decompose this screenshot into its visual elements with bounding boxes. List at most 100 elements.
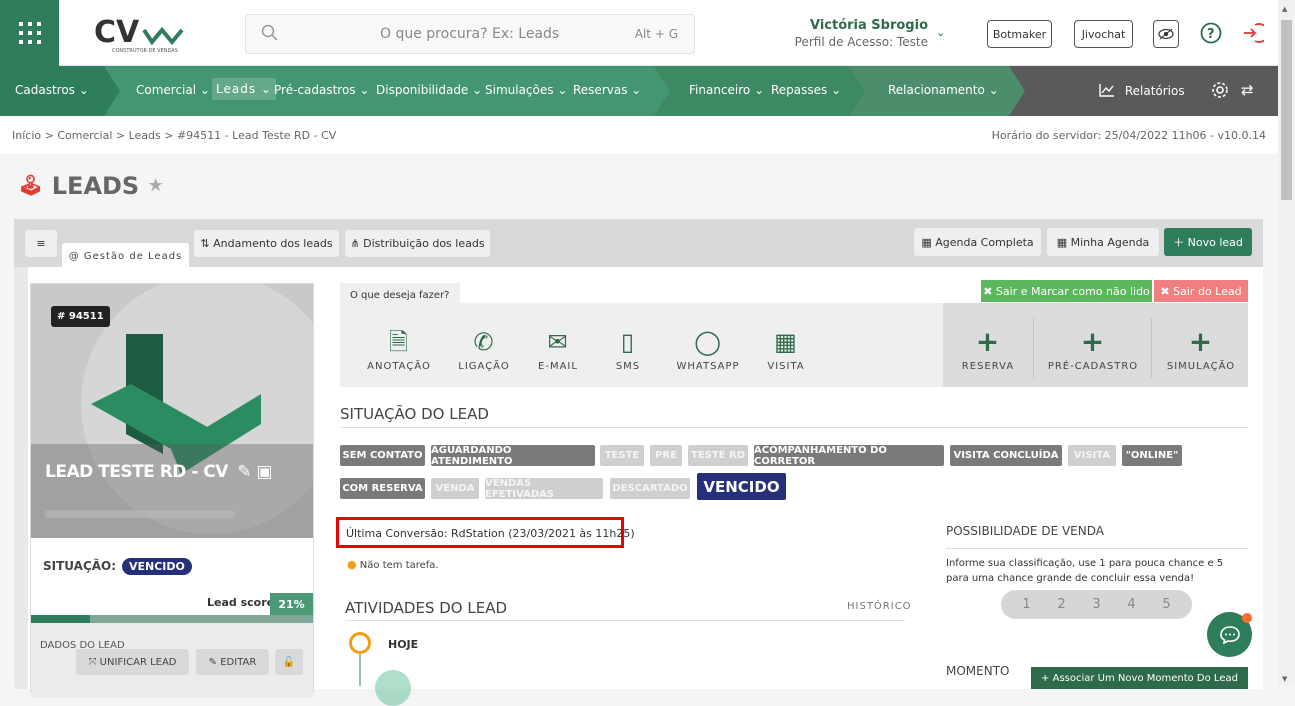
activities-title: ATIVIDADES DO LEAD — [345, 599, 508, 617]
status-tag[interactable]: VENDA — [431, 478, 479, 499]
nav-disponibilidade[interactable]: Disponibilidade ⌄ — [376, 83, 482, 97]
status-tag[interactable]: VISITA — [1068, 445, 1116, 466]
camera-icon[interactable]: ▣ — [257, 462, 273, 482]
joystick-icon: 🕹 — [18, 173, 44, 197]
action-whatsapp[interactable]: ◯ WHATSAPP — [672, 327, 744, 372]
action-sms[interactable]: ▯ SMS — [608, 327, 648, 372]
envelope-icon: ✉ — [547, 328, 569, 356]
timeline-dot — [349, 632, 371, 654]
status-tag[interactable]: COM RESERVA — [340, 478, 425, 499]
apps-grid-button[interactable] — [0, 0, 59, 66]
jivochat-button[interactable]: Jivochat — [1074, 20, 1133, 48]
unlock-icon[interactable]: 🔓 — [275, 649, 303, 675]
rating-option[interactable]: 5 — [1162, 597, 1170, 612]
breadcrumb-path[interactable]: Início > Comercial > Leads > #94511 - Le… — [12, 129, 336, 142]
agenda-completa-button[interactable]: ▦ Agenda Completa — [914, 228, 1041, 256]
status-tag[interactable]: "ONLINE" — [1122, 445, 1182, 466]
novo-lead-button[interactable]: ＋ Novo lead — [1164, 228, 1252, 256]
search-icon — [261, 24, 278, 41]
last-conversion: Última Conversão: RdStation (23/03/2021 … — [336, 517, 635, 548]
search-shortcut: Alt + G — [634, 27, 678, 41]
chat-icon — [1219, 625, 1240, 644]
rating-option[interactable]: 3 — [1092, 597, 1100, 612]
status-tag[interactable]: ACOMPANHAMENTO DO CORRETOR — [754, 445, 944, 467]
menu-toggle-button[interactable]: ≡ — [25, 230, 57, 257]
phone-icon: ✆ — [473, 328, 495, 356]
help-icon[interactable]: ? — [1198, 20, 1224, 46]
status-tag[interactable]: PRE — [650, 445, 682, 466]
file-text-icon: 🗎 — [388, 328, 410, 356]
svg-text:CV: CV — [94, 15, 140, 50]
status-tag-active[interactable]: VENCIDO — [697, 473, 786, 500]
chevron-down-icon[interactable]: ⌄ — [936, 26, 945, 39]
chart-icon — [1099, 84, 1114, 97]
eye-icon[interactable] — [1153, 20, 1179, 48]
status-tag[interactable]: VENDAS EFETIVADAS — [485, 478, 603, 500]
nav-reservas[interactable]: Reservas ⌄ — [573, 83, 641, 97]
nav-pre-cadastros[interactable]: Pré-cadastros ⌄ — [274, 83, 369, 97]
actions-box: 🗎 ANOTAÇÃO ✆ LIGAÇÃO ✉ E-MAIL ▯ SMS ◯ WHATSAP… — [340, 303, 945, 387]
action-reserva[interactable]: + RESERVA — [953, 325, 1023, 373]
action-simulacao[interactable]: + SIMULAÇÃO — [1161, 325, 1241, 373]
nav-comercial[interactable]: Comercial ⌄ — [136, 83, 210, 97]
logout-icon[interactable] — [1240, 20, 1266, 46]
scrollbar-thumb[interactable] — [1281, 20, 1292, 200]
page-title: 🕹 LEADS ★ — [18, 172, 164, 200]
status-tag[interactable]: TESTE — [600, 445, 644, 466]
nav-financeiro[interactable]: Financeiro ⌄ — [689, 83, 764, 97]
tab-andamento-leads[interactable]: ⇅ Andamento dos leads — [194, 230, 339, 257]
minha-agenda-button[interactable]: ▦ Minha Agenda — [1047, 228, 1159, 256]
tab-distribuicao-leads[interactable]: ⋔ Distribuição dos leads — [345, 230, 490, 257]
rating-option[interactable]: 2 — [1057, 597, 1065, 612]
status-tag[interactable]: DESCARTADO — [610, 478, 690, 499]
rating-selector: 1 2 3 4 5 — [1001, 590, 1192, 619]
nav-leads[interactable]: Leads ⌄ — [212, 78, 276, 100]
situation-label: SITUAÇÃO: — [43, 559, 117, 573]
scroll-up-icon[interactable]: ▲ — [1282, 5, 1287, 13]
pencil-icon[interactable]: ✎ — [237, 462, 251, 482]
status-tag[interactable]: AGUARDANDO ATENDIMENTO — [431, 445, 595, 467]
plus-icon: + — [1188, 325, 1214, 358]
action-anotacao[interactable]: 🗎 ANOTAÇÃO — [366, 327, 432, 372]
cv-logo[interactable]: CV CONSTRUTOR DE VENDAS — [92, 14, 192, 54]
scroll-down-icon[interactable]: ▼ — [1282, 675, 1287, 683]
gear-icon[interactable] — [1211, 81, 1229, 102]
page-scrollbar[interactable]: ▲ ▼ — [1278, 0, 1295, 686]
history-link[interactable]: HISTÓRICO — [847, 601, 912, 612]
status-tag[interactable]: TESTE RD — [688, 445, 748, 466]
botmaker-button[interactable]: Botmaker — [987, 20, 1052, 48]
nav-relatorios[interactable]: Relatórios — [1099, 83, 1185, 98]
exit-mark-unread-button[interactable]: ✖ Sair e Marcar como não lido — [981, 280, 1152, 302]
action-pre-cadastro[interactable]: + PRÉ-CADASTRO — [1043, 325, 1143, 373]
edit-lead-button[interactable]: ✎ EDITAR — [196, 649, 269, 675]
nav-cadastros[interactable]: Cadastros ⌄ — [15, 83, 89, 97]
action-email[interactable]: ✉ E-MAIL — [530, 327, 586, 372]
action-ligacao[interactable]: ✆ LIGAÇÃO — [452, 327, 516, 372]
task-status: ● Não tem tarefa. — [347, 558, 439, 571]
dot-icon: ● — [347, 558, 357, 571]
plus-icon: + — [975, 325, 1001, 358]
situation-section-title: SITUAÇÃO DO LEAD — [340, 405, 489, 423]
status-tag[interactable]: VISITA CONCLUÍDA — [950, 445, 1062, 466]
plus-icon: + — [1080, 325, 1106, 358]
exit-lead-button[interactable]: ✖ Sair do Lead — [1154, 280, 1248, 302]
search-box[interactable]: O que procura? Ex: Leads Alt + G — [245, 14, 695, 54]
lead-score-label: Lead score — [203, 594, 279, 611]
swap-icon[interactable]: ⇄ — [1241, 81, 1254, 99]
rating-option[interactable]: 1 — [1022, 597, 1030, 612]
nav-repasses[interactable]: Repasses ⌄ — [771, 83, 841, 97]
user-menu[interactable]: Victória Sbrogio Perfil de Acesso: Teste — [795, 18, 928, 49]
plus-icon: ＋ — [1173, 236, 1185, 249]
nav-simulacoes[interactable]: Simulações ⌄ — [485, 83, 567, 97]
lead-hero: # 94511 LEAD TESTE RD - CV ✎ ▣ — [31, 284, 313, 538]
unify-lead-button[interactable]: ⤧ UNIFICAR LEAD — [76, 649, 189, 675]
rating-option[interactable]: 4 — [1127, 597, 1135, 612]
blurred-contact — [45, 510, 235, 518]
action-visita[interactable]: ▦ VISITA — [760, 327, 812, 372]
link-icon: ⤧ — [88, 656, 97, 668]
nav-relacionamento[interactable]: Relacionamento ⌄ — [888, 83, 999, 97]
user-profile: Perfil de Acesso: Teste — [794, 35, 928, 49]
tab-gestao-leads[interactable]: @ Gestão de Leads — [62, 243, 189, 270]
star-icon[interactable]: ★ — [148, 175, 164, 196]
status-tag[interactable]: SEM CONTATO — [340, 445, 425, 466]
